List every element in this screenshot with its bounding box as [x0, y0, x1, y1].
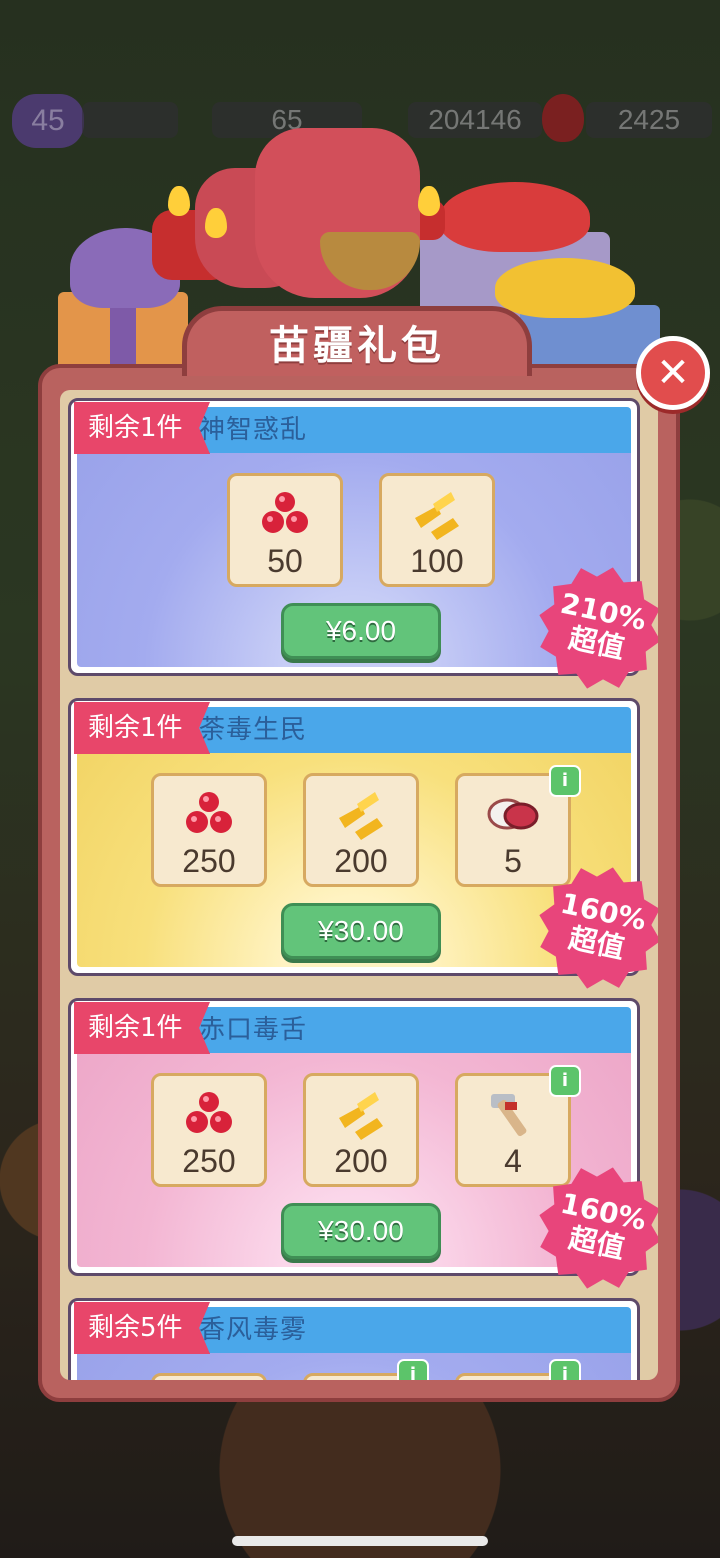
- coin-counter: 204146: [408, 102, 542, 138]
- reward-item: 200: [303, 1073, 419, 1187]
- flame-icon: [205, 208, 227, 238]
- pack-name: 荼毒生民: [199, 715, 308, 745]
- ruby-gems-icon: [262, 492, 308, 533]
- reward-quantity: 200: [334, 1143, 388, 1179]
- gold-bars-icon: [415, 492, 459, 540]
- reward-item: 50: [227, 473, 343, 587]
- reward-item: 200: [303, 773, 419, 887]
- pack-list[interactable]: 神智惑乱 50 100 ¥6.00 剩余1件 210% 超值 荼毒生民 250 …: [60, 390, 658, 1380]
- info-icon[interactable]: i: [549, 1359, 581, 1380]
- reward-item: 100: [379, 473, 495, 587]
- xp-bar: [82, 102, 178, 138]
- gold-bars-icon: [339, 792, 383, 840]
- close-icon: ✕: [656, 350, 690, 396]
- reward-quantity: 250: [182, 843, 236, 879]
- bow-decoration: [440, 182, 590, 252]
- buy-button[interactable]: ¥6.00: [281, 603, 441, 659]
- gold-bars-icon: [339, 1092, 383, 1140]
- remaining-count-ribbon: 剩余1件: [74, 402, 210, 454]
- ruby-gems-icon: [186, 792, 232, 833]
- level-badge: 45: [12, 94, 84, 148]
- reward-quantity: 5: [504, 843, 522, 879]
- info-icon[interactable]: i: [549, 1065, 581, 1097]
- ruby-gems-icon: [186, 1092, 232, 1133]
- pack-contents: i i: [77, 1353, 631, 1380]
- info-icon[interactable]: i: [549, 765, 581, 797]
- reward-quantity: 100: [410, 543, 464, 579]
- reward-item: 250: [151, 773, 267, 887]
- reward-quantity: 250: [182, 1143, 236, 1179]
- flame-icon: [418, 186, 440, 216]
- reward-item: 250: [151, 1073, 267, 1187]
- reward-quantity: 4: [504, 1143, 522, 1179]
- pack-name: 神智惑乱: [199, 415, 308, 445]
- ruby-icon: [542, 94, 584, 142]
- close-button[interactable]: ✕: [636, 336, 710, 410]
- remaining-count-ribbon: 剩余1件: [74, 702, 210, 754]
- home-indicator[interactable]: [232, 1536, 488, 1546]
- bow-decoration: [495, 258, 635, 318]
- remaining-count-ribbon: 剩余1件: [74, 1002, 210, 1054]
- gem-counter: 2425: [586, 102, 712, 138]
- pack-name: 赤口毒舌: [199, 1015, 308, 1045]
- hammer-icon: [491, 1094, 527, 1137]
- dialog-title: 苗疆礼包: [269, 323, 445, 369]
- reward-quantity: 200: [334, 843, 388, 879]
- reward-item: [151, 1373, 267, 1380]
- pack-name: 香风毒雾: [199, 1315, 308, 1345]
- info-icon[interactable]: i: [397, 1359, 429, 1380]
- gloves-icon: [487, 798, 539, 830]
- gift-pack-dialog: 神智惑乱 50 100 ¥6.00 剩余1件 210% 超值 荼毒生民 250 …: [38, 364, 680, 1402]
- flame-icon: [168, 186, 190, 216]
- buy-button[interactable]: ¥30.00: [281, 1203, 441, 1259]
- dialog-title-tab: 苗疆礼包: [182, 306, 532, 376]
- buy-button[interactable]: ¥30.00: [281, 903, 441, 959]
- remaining-count-ribbon: 剩余5件: [74, 1302, 210, 1354]
- reward-quantity: 50: [267, 543, 303, 579]
